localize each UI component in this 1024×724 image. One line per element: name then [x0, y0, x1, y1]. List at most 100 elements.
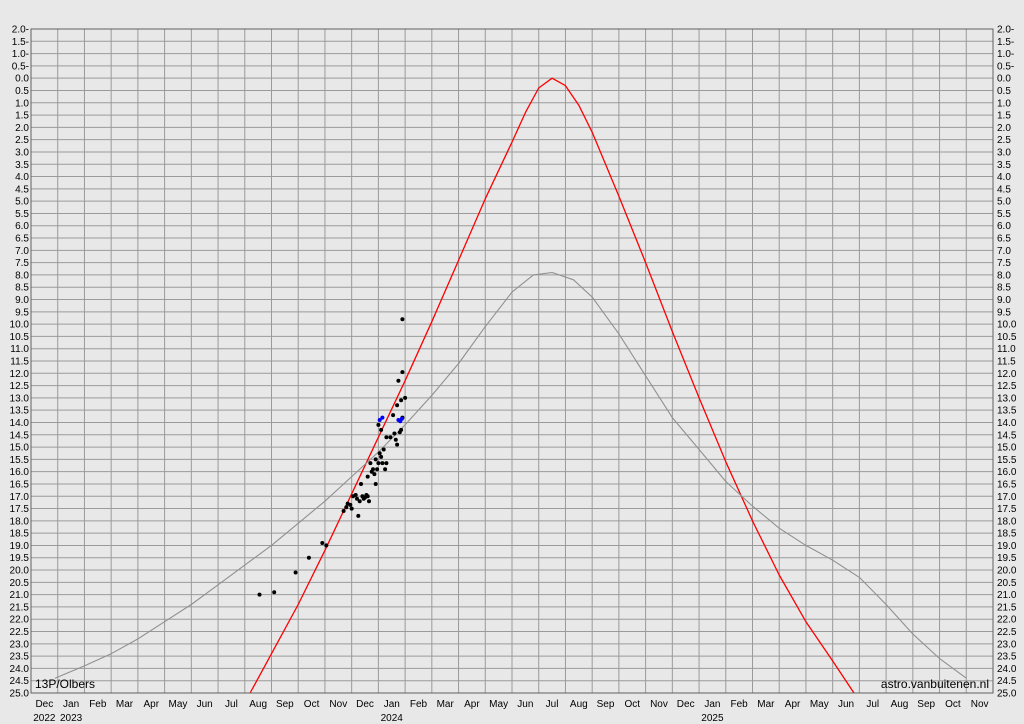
- y-tick-label-right: 5.0: [997, 197, 1011, 208]
- x-month-label: Mar: [757, 699, 775, 710]
- chart-container: 2.0- 2.0- 1.5- 1.5- 1.0- 1.0- 0.5- 0.5- 0.0 0.0 0.…: [0, 0, 1024, 724]
- y-tick-label-right: 1.0: [997, 98, 1011, 109]
- y-tick-label-left: 4.5: [15, 184, 29, 195]
- y-tick-label-right: 21.5: [997, 602, 1017, 613]
- y-tick-label-left: 7.0: [15, 246, 29, 257]
- observation-point: [384, 435, 389, 440]
- y-tick-label-left: 13.0: [10, 393, 30, 404]
- y-tick-label-right: 8.5: [997, 283, 1011, 294]
- y-tick-label-left: 0.5-: [12, 61, 29, 72]
- observation-point: [293, 570, 298, 575]
- y-tick-label-left: 14.5: [10, 430, 30, 441]
- x-month-label: Jan: [704, 699, 720, 710]
- observation-point: [400, 370, 405, 375]
- observation-point: [306, 555, 311, 560]
- y-tick-label-left: 20.5: [10, 578, 30, 589]
- x-month-label: Dec: [35, 699, 53, 710]
- y-tick-label-left: 25.0: [10, 689, 30, 700]
- y-tick-label-right: 21.0: [997, 590, 1017, 601]
- x-month-label: Jun: [197, 699, 213, 710]
- object-name-label: 13P/Olbers: [35, 677, 95, 691]
- y-tick-label-left: 23.0: [10, 639, 30, 650]
- observation-point: [320, 541, 325, 545]
- observation-point: [349, 506, 354, 511]
- x-month-label: Feb: [410, 699, 428, 710]
- y-tick-label-left: 19.5: [10, 553, 30, 564]
- y-tick-label-right: 1.5-: [997, 37, 1014, 48]
- y-tick-label-left: 24.5: [10, 676, 30, 687]
- y-tick-label-left: 21.0: [10, 590, 30, 601]
- y-tick-label-right: 3.5: [997, 160, 1011, 171]
- x-month-label: Oct: [304, 699, 320, 710]
- observation-point: [365, 494, 370, 499]
- y-tick-label-right: 18.5: [997, 529, 1017, 540]
- y-tick-label-right: 12.5: [997, 381, 1017, 392]
- y-tick-label-left: 17.0: [10, 492, 30, 503]
- observation-point: [365, 474, 370, 479]
- x-year-label: 2023: [60, 713, 83, 724]
- y-tick-label-left: 3.0: [15, 147, 29, 158]
- y-tick-label-left: 1.5: [15, 111, 29, 122]
- y-tick-label-left: 21.5: [10, 602, 30, 613]
- y-tick-label-right: 7.0: [997, 246, 1011, 257]
- y-tick-label-right: 4.0: [997, 172, 1011, 183]
- observation-point: [348, 502, 353, 507]
- y-tick-label-right: 6.0: [997, 221, 1011, 232]
- x-month-label: Nov: [650, 699, 668, 710]
- y-tick-label-right: 9.5: [997, 307, 1011, 318]
- y-tick-label-right: 3.0: [997, 147, 1011, 158]
- x-month-label: Aug: [891, 699, 909, 710]
- x-month-label: Nov: [971, 699, 989, 710]
- x-month-label: Aug: [570, 699, 588, 710]
- y-tick-label-left: 15.5: [10, 455, 30, 466]
- y-tick-label-left: 10.5: [10, 332, 30, 343]
- y-tick-label-right: 23.0: [997, 639, 1017, 650]
- y-tick-label-right: 22.5: [997, 627, 1017, 638]
- y-tick-label-right: 0.5-: [997, 61, 1014, 72]
- x-month-label: Dec: [356, 699, 374, 710]
- observation-point: [399, 416, 404, 421]
- y-tick-label-right: 16.0: [997, 467, 1017, 478]
- observation-point: [380, 461, 385, 466]
- observation-point: [373, 482, 378, 486]
- observation-point: [272, 590, 277, 595]
- x-month-label: Jan: [384, 699, 400, 710]
- y-tick-label-left: 10.0: [10, 320, 30, 331]
- x-month-label: Mar: [437, 699, 455, 710]
- y-tick-label-left: 2.5: [15, 135, 29, 146]
- y-tick-label-right: 23.5: [997, 652, 1017, 663]
- y-tick-label-left: 5.5: [15, 209, 29, 220]
- site-label: astro.vanbuitenen.nl: [881, 677, 989, 691]
- y-tick-label-left: 11.5: [10, 357, 29, 368]
- y-tick-label-right: 17.0: [997, 492, 1017, 503]
- y-tick-label-right: 6.5: [997, 234, 1011, 245]
- observation-point: [375, 467, 380, 472]
- y-tick-label-right: 25.0: [997, 689, 1017, 700]
- y-tick-label-left: 3.5: [15, 160, 29, 171]
- y-tick-label-left: 4.0: [15, 172, 29, 183]
- x-month-label: Feb: [89, 699, 107, 710]
- observation-point: [381, 447, 386, 452]
- x-month-label: Sep: [597, 699, 615, 710]
- y-tick-label-right: 8.0: [997, 270, 1011, 281]
- y-tick-label-left: 17.5: [10, 504, 30, 515]
- observation-point: [400, 317, 405, 322]
- y-tick-label-right: 19.5: [997, 553, 1017, 564]
- observation-point: [324, 543, 329, 548]
- x-month-label: Dec: [677, 699, 695, 710]
- y-tick-label-right: 4.5: [997, 184, 1011, 195]
- observation-point: [383, 467, 388, 472]
- observation-point: [380, 415, 385, 420]
- x-year-label: 2025: [701, 713, 724, 724]
- y-tick-label-left: 8.5: [15, 283, 29, 294]
- observation-point: [396, 378, 401, 383]
- y-tick-label-left: 2.0: [15, 123, 29, 134]
- y-tick-label-left: 16.0: [10, 467, 30, 478]
- y-tick-label-right: 0.0: [997, 74, 1011, 85]
- y-tick-label-right: 1.5: [997, 111, 1011, 122]
- observation-point: [391, 413, 396, 418]
- observation-point: [388, 435, 393, 440]
- y-tick-label-left: 1.0-: [12, 49, 29, 60]
- y-tick-label-right: 24.0: [997, 664, 1017, 675]
- y-tick-label-right: 1.0-: [997, 49, 1014, 60]
